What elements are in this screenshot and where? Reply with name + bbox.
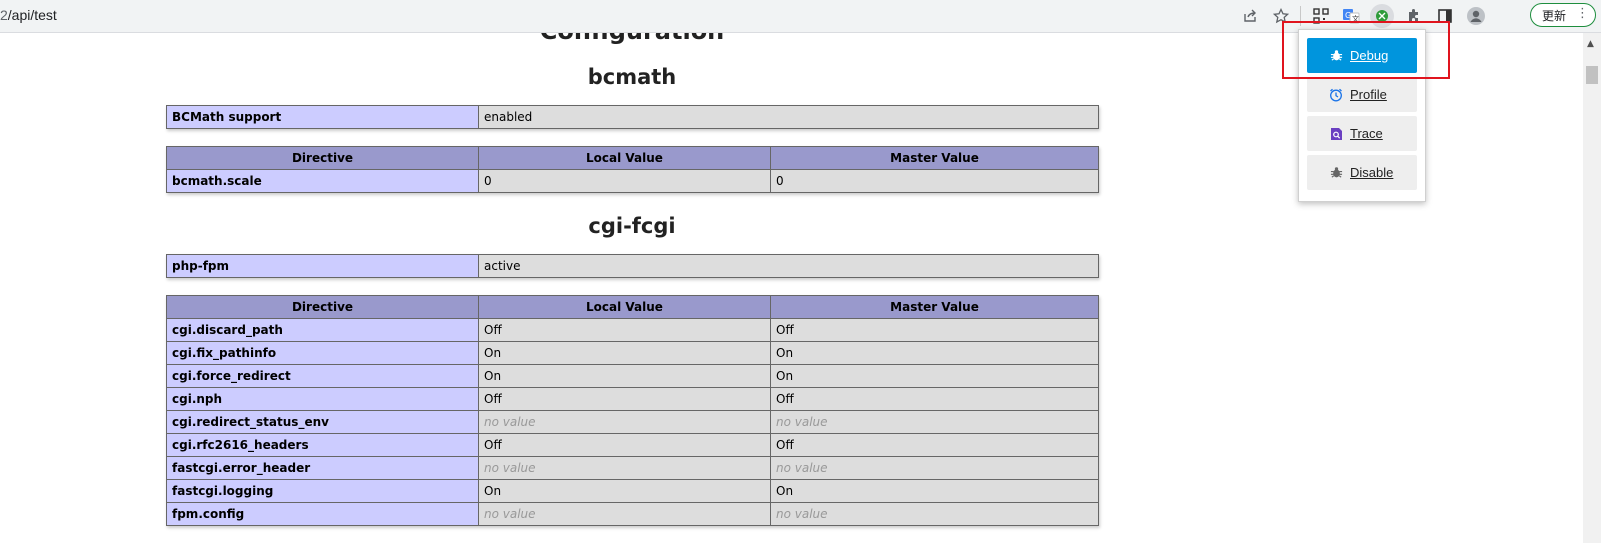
scroll-up-arrow-icon[interactable]: ▲ <box>1587 39 1594 49</box>
header-local-value: Local Value <box>478 295 771 319</box>
share-icon[interactable] <box>1240 6 1260 26</box>
disable-button[interactable]: Disable <box>1307 155 1417 190</box>
master-value: no value <box>770 410 1099 434</box>
table-row: cgi.discard_path Off Off <box>166 318 1099 342</box>
bcmath-support-table: BCMath support enabled <box>166 105 1099 129</box>
master-value: Off <box>770 387 1099 411</box>
trace-button[interactable]: Trace <box>1307 116 1417 151</box>
section-heading-bcmath: bcmath <box>587 65 677 89</box>
directive-name: cgi.discard_path <box>166 318 479 342</box>
table-row: cgi.redirect_status_env no value no valu… <box>166 410 1099 434</box>
directive-name: fastcgi.error_header <box>166 456 479 480</box>
local-value: no value <box>478 410 771 434</box>
highlight-annotation-box <box>1282 21 1450 79</box>
address-bar[interactable]: 2/api/test <box>0 7 57 23</box>
url-cut-char: 2 <box>0 7 8 23</box>
directive-name: cgi.rfc2616_headers <box>166 433 479 457</box>
profile-button[interactable]: Profile <box>1307 77 1417 112</box>
update-label: 更新 <box>1542 8 1567 23</box>
table-row: fastcgi.logging On On <box>166 479 1099 503</box>
local-value: no value <box>478 502 771 526</box>
section-heading-cgi-fcgi: cgi-fcgi <box>588 214 676 238</box>
update-button[interactable]: 更新 ⋮ <box>1530 3 1596 27</box>
scrollbar-thumb[interactable] <box>1586 66 1598 84</box>
master-value: no value <box>770 502 1099 526</box>
directive-name: bcmath.scale <box>166 169 479 193</box>
table-row: cgi.rfc2616_headers Off Off <box>166 433 1099 457</box>
more-menu-icon[interactable]: ⋮ <box>1576 6 1589 21</box>
table-row: fastcgi.error_header no value no value <box>166 456 1099 480</box>
directive-name: fpm.config <box>166 502 479 526</box>
cgi-fpm-table: php-fpm active <box>166 254 1099 278</box>
support-value: enabled <box>478 105 1099 129</box>
directive-name: fastcgi.logging <box>166 479 479 503</box>
trace-search-icon <box>1329 127 1343 141</box>
cgi-directive-table: Directive Local Value Master Value cgi.d… <box>166 295 1099 526</box>
table-header-row: Directive Local Value Master Value <box>166 146 1099 170</box>
table-row: cgi.force_redirect On On <box>166 364 1099 388</box>
directive-name: cgi.fix_pathinfo <box>166 341 479 365</box>
header-directive: Directive <box>166 295 479 319</box>
local-value: no value <box>478 456 771 480</box>
header-local-value: Local Value <box>478 146 771 170</box>
disable-label: Disable <box>1350 165 1394 180</box>
trace-label: Trace <box>1350 126 1383 141</box>
master-value: On <box>770 364 1099 388</box>
local-value: On <box>478 341 771 365</box>
master-value: Off <box>770 433 1099 457</box>
profile-label: Profile <box>1350 87 1387 102</box>
local-value: On <box>478 479 771 503</box>
local-value: On <box>478 364 771 388</box>
master-value: 0 <box>770 169 1099 193</box>
clock-icon <box>1329 88 1343 102</box>
profile-avatar-icon[interactable] <box>1466 6 1486 26</box>
local-value: Off <box>478 387 771 411</box>
fpm-label: php-fpm <box>166 254 479 278</box>
table-header-row: Directive Local Value Master Value <box>166 295 1099 319</box>
url-text: /api/test <box>7 7 57 23</box>
bug-icon <box>1329 166 1343 180</box>
header-master-value: Master Value <box>770 295 1099 319</box>
page-title-partial: Configuration <box>166 33 1098 45</box>
table-row: bcmath.scale 0 0 <box>166 169 1099 193</box>
master-value: On <box>770 341 1099 365</box>
local-value: 0 <box>478 169 771 193</box>
header-directive: Directive <box>166 146 479 170</box>
local-value: Off <box>478 433 771 457</box>
support-label: BCMath support <box>166 105 479 129</box>
directive-name: cgi.nph <box>166 387 479 411</box>
directive-name: cgi.redirect_status_env <box>166 410 479 434</box>
master-value: Off <box>770 318 1099 342</box>
table-row: fpm.config no value no value <box>166 502 1099 526</box>
table-row: cgi.fix_pathinfo On On <box>166 341 1099 365</box>
header-master-value: Master Value <box>770 146 1099 170</box>
bcmath-directive-table: Directive Local Value Master Value bcmat… <box>166 146 1099 193</box>
table-row: cgi.nph Off Off <box>166 387 1099 411</box>
local-value: Off <box>478 318 771 342</box>
master-value: On <box>770 479 1099 503</box>
fpm-value: active <box>478 254 1099 278</box>
vertical-scrollbar[interactable]: ▲ <box>1583 33 1601 543</box>
directive-name: cgi.force_redirect <box>166 364 479 388</box>
table-row: BCMath support enabled <box>166 105 1099 129</box>
table-row: php-fpm active <box>166 254 1099 278</box>
master-value: no value <box>770 456 1099 480</box>
